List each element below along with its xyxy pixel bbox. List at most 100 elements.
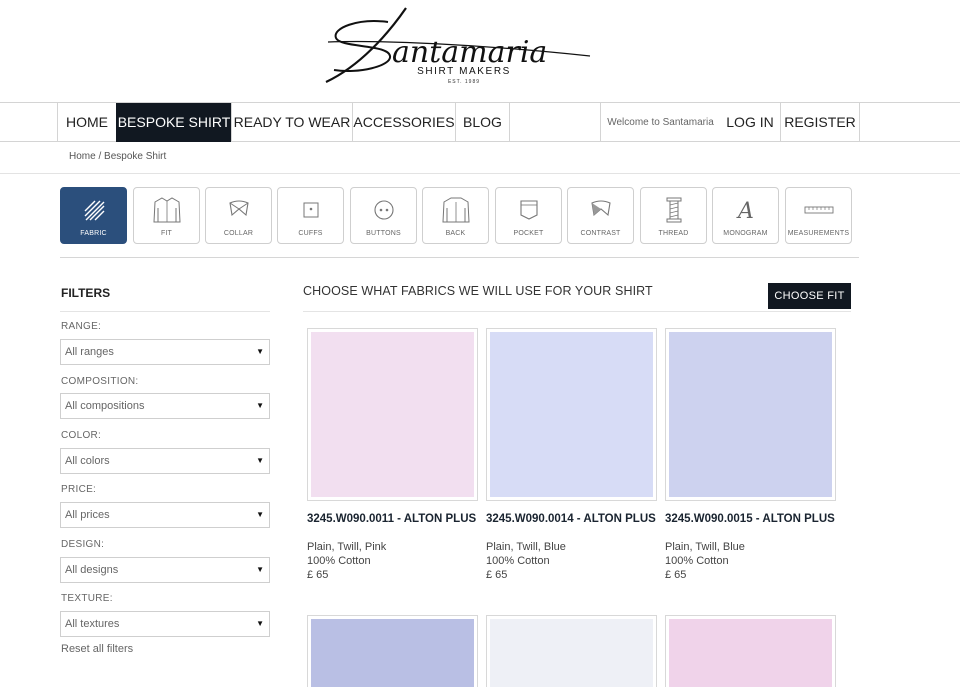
caret-down-icon: ▼: [256, 510, 264, 519]
swatch-color: [490, 332, 653, 497]
main-nav: HOME BESPOKE SHIRT READY TO WEAR ACCESSO…: [0, 102, 960, 142]
fabric-swatch[interactable]: [665, 328, 836, 501]
fabric-swatch[interactable]: [665, 615, 836, 687]
caret-down-icon: ▼: [256, 565, 264, 574]
step-label: COLLAR: [223, 230, 254, 237]
step-thread[interactable]: THREAD: [640, 187, 707, 244]
reset-filters-link[interactable]: Reset all filters: [61, 643, 133, 655]
product-description: Plain, Twill, Blue: [665, 541, 745, 553]
step-collar[interactable]: COLLAR: [205, 187, 272, 244]
divider: [0, 173, 960, 174]
step-fabric[interactable]: FABRIC: [60, 187, 127, 244]
nav-accessories[interactable]: ACCESSORIES: [352, 103, 455, 142]
breadcrumb-separator: /: [95, 151, 105, 162]
product-composition: 100% Cotton: [665, 555, 729, 567]
design-label: DESIGN:: [61, 539, 105, 550]
pocket-icon: [496, 196, 561, 224]
monogram-icon: A: [713, 196, 778, 224]
nav-bespoke-shirt[interactable]: BESPOKE SHIRT: [116, 103, 231, 142]
step-measurements[interactable]: MEASUREMENTS: [785, 187, 852, 244]
product-name[interactable]: 3245.W090.0014 - ALTON PLUS: [486, 513, 657, 526]
composition-value: All compositions: [65, 400, 145, 412]
logo-established: EST. 1989: [447, 79, 481, 85]
ruler-icon: [786, 196, 851, 224]
fabric-swatch[interactable]: [486, 328, 657, 501]
composition-select[interactable]: All compositions ▼: [60, 393, 270, 419]
cuff-icon: [278, 196, 343, 224]
breadcrumb-home[interactable]: Home: [69, 151, 96, 162]
product-price: £ 65: [486, 569, 508, 581]
logo-tagline: SHIRT MAKERS: [417, 66, 511, 77]
nav-ready-to-wear[interactable]: READY TO WEAR: [231, 103, 352, 142]
page-title: CHOOSE WHAT FABRICS WE WILL USE FOR YOUR…: [303, 284, 653, 298]
choose-fit-button[interactable]: CHOOSE FIT: [768, 283, 851, 309]
product-price: £ 65: [665, 569, 687, 581]
header: antamaria SHIRT MAKERS EST. 1989: [0, 0, 960, 102]
design-value: All designs: [65, 564, 119, 576]
product-description: Plain, Twill, Pink: [307, 541, 387, 553]
step-label: FIT: [160, 230, 173, 237]
product-composition: 100% Cotton: [307, 555, 371, 567]
product-name[interactable]: 3245.W090.0015 - ALTON PLUS: [665, 513, 836, 526]
breadcrumb: Home / Bespoke Shirt: [69, 151, 166, 162]
fabric-icon: [61, 196, 126, 224]
step-contrast[interactable]: CONTRAST: [567, 187, 634, 244]
nav-divider: [859, 103, 860, 142]
product-name[interactable]: 3245.W090.0011 - ALTON PLUS: [307, 513, 478, 526]
svg-text:antamaria: antamaria: [392, 35, 547, 70]
color-label: COLOR:: [61, 430, 102, 441]
contrast-icon: [568, 196, 633, 224]
swatch-color: [311, 332, 474, 497]
caret-down-icon: ▼: [256, 456, 264, 465]
step-label: BUTTONS: [366, 230, 401, 237]
swatch-color: [490, 619, 653, 687]
swatch-color: [669, 332, 832, 497]
product-composition: 100% Cotton: [486, 555, 550, 567]
fabric-swatch[interactable]: [307, 615, 478, 687]
nav-blog[interactable]: BLOG: [455, 103, 509, 142]
texture-label: TEXTURE:: [61, 593, 113, 604]
button-icon: [351, 196, 416, 224]
step-monogram[interactable]: A MONOGRAM: [712, 187, 779, 244]
nav-divider: [509, 103, 510, 142]
composition-label: COMPOSITION:: [61, 376, 139, 387]
product-price: £ 65: [307, 569, 329, 581]
thread-spool-icon: [641, 196, 706, 224]
price-select[interactable]: All prices ▼: [60, 502, 270, 528]
texture-select[interactable]: All textures ▼: [60, 611, 270, 637]
shirt-fit-icon: [134, 196, 199, 224]
login-link[interactable]: LOG IN: [720, 103, 780, 142]
swatch-color: [311, 619, 474, 687]
color-value: All colors: [65, 455, 110, 467]
shirt-back-icon: [423, 196, 488, 224]
divider: [303, 311, 851, 312]
step-fit[interactable]: FIT: [133, 187, 200, 244]
step-label: THREAD: [658, 230, 689, 237]
breadcrumb-current: Bespoke Shirt: [104, 151, 167, 162]
step-label: MEASUREMENTS: [787, 230, 850, 237]
step-label: CUFFS: [298, 230, 323, 237]
fabric-swatch[interactable]: [307, 328, 478, 501]
step-label: CONTRAST: [580, 230, 621, 237]
design-select[interactable]: All designs ▼: [60, 557, 270, 583]
range-select[interactable]: All ranges ▼: [60, 339, 270, 365]
step-cuffs[interactable]: CUFFS: [277, 187, 344, 244]
register-link[interactable]: REGISTER: [780, 103, 859, 142]
fabric-swatch[interactable]: [486, 615, 657, 687]
step-back[interactable]: BACK: [422, 187, 489, 244]
step-pocket[interactable]: POCKET: [495, 187, 562, 244]
price-value: All prices: [65, 509, 110, 521]
price-label: PRICE:: [61, 484, 97, 495]
nav-home[interactable]: HOME: [57, 103, 116, 142]
svg-text:A: A: [736, 199, 754, 223]
welcome-text: Welcome to Santamaria: [600, 103, 720, 142]
step-buttons[interactable]: BUTTONS: [350, 187, 417, 244]
color-select[interactable]: All colors ▼: [60, 448, 270, 474]
step-label: BACK: [445, 230, 466, 237]
range-value: All ranges: [65, 346, 114, 358]
texture-value: All textures: [65, 618, 120, 630]
step-label: MONOGRAM: [723, 230, 768, 237]
caret-down-icon: ▼: [256, 401, 264, 410]
caret-down-icon: ▼: [256, 347, 264, 356]
filters-title: FILTERS: [61, 286, 111, 300]
